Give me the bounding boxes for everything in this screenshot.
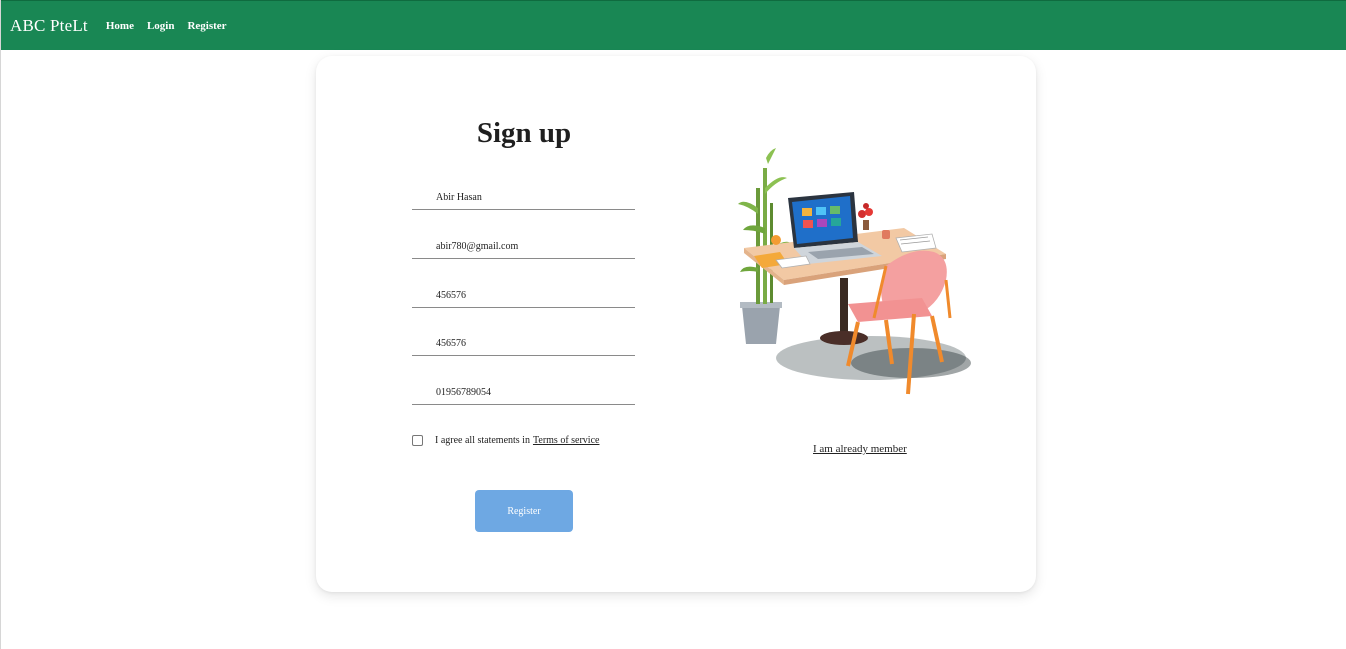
phone-field-wrapper [412, 381, 635, 405]
email-field-wrapper [412, 235, 635, 259]
agree-text: I agree all statements in [435, 434, 530, 446]
password-field-wrapper [412, 284, 635, 308]
agree-terms-row: I agree all statements in Terms of servi… [412, 433, 599, 447]
name-field[interactable] [436, 186, 631, 208]
password-field[interactable] [436, 284, 631, 306]
signup-card: Sign up I agree all statements in Terms … [316, 56, 1036, 592]
email-field[interactable] [436, 235, 631, 257]
nav-link-home[interactable]: Home [106, 20, 134, 32]
already-member-link[interactable]: I am already member [813, 443, 907, 455]
nav-link-register[interactable]: Register [187, 20, 226, 32]
nav-link-login[interactable]: Login [147, 20, 175, 32]
name-field-wrapper [412, 186, 635, 210]
terms-of-service-link[interactable]: Terms of service [533, 435, 600, 446]
agree-checkbox[interactable] [412, 434, 423, 446]
desk-illustration [738, 148, 971, 395]
page-title: Sign up [476, 117, 572, 149]
register-button[interactable]: Register [475, 490, 573, 532]
confirm-password-field-wrapper [412, 332, 635, 356]
confirm-password-field[interactable] [436, 332, 631, 354]
top-navbar: ABC PteLt Home Login Register [1, 0, 1346, 50]
page-frame: ABC PteLt Home Login Register Sign up I … [0, 0, 1346, 649]
brand-logo-text[interactable]: ABC PteLt [10, 16, 88, 36]
phone-field[interactable] [436, 381, 631, 403]
